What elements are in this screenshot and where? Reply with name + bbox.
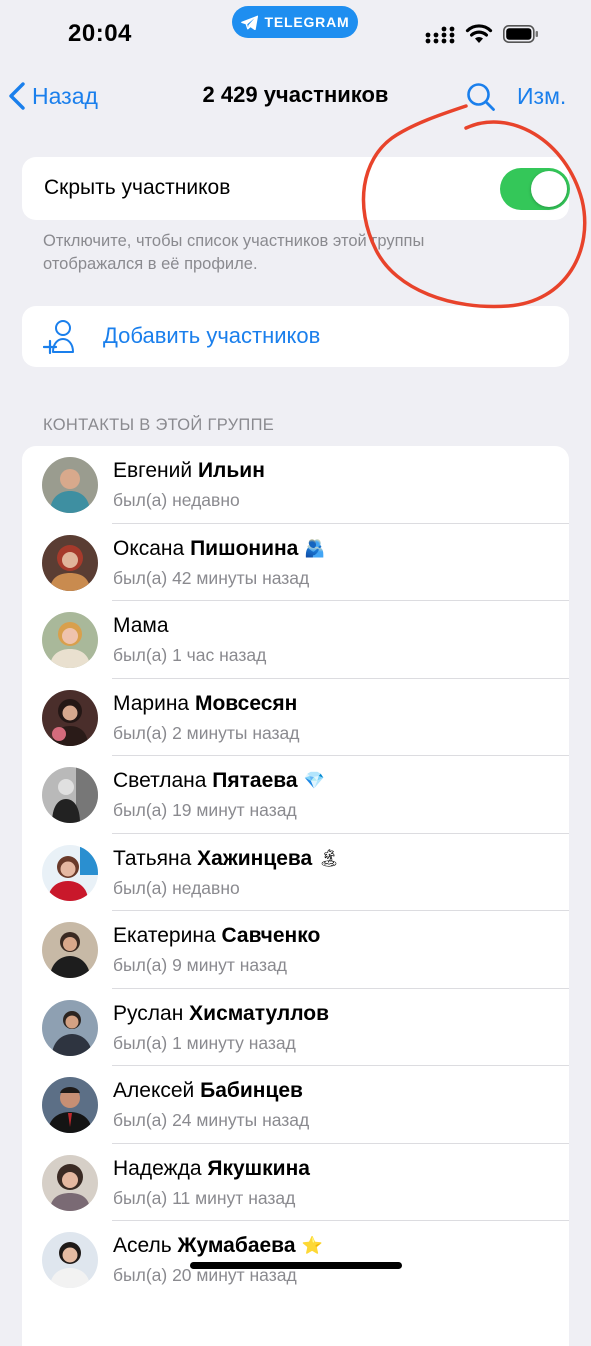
member-status: был(а) 1 час назад [113, 645, 267, 665]
member-row[interactable]: Алексей Бабинцев был(а) 24 минуты назад [22, 1066, 569, 1144]
member-row[interactable]: Светлана Пятаева 💎 был(а) 19 минут назад [22, 756, 569, 834]
avatar [42, 534, 98, 591]
contacts-section-header: КОНТАКТЫ В ЭТОЙ ГРУППЕ [43, 416, 275, 434]
avatar [42, 612, 98, 668]
member-status: был(а) недавно [113, 877, 240, 898]
avatar [42, 1077, 98, 1133]
telegram-pill[interactable]: TELEGRAM [232, 6, 358, 38]
avatar [42, 922, 98, 978]
member-name: Алексей Бабинцев [113, 1079, 303, 1102]
member-row[interactable]: Оксана Пишонина 🫂 был(а) 42 минуты назад [22, 524, 569, 601]
member-emoji-status: 🏝 [318, 848, 340, 868]
cellular-signal-icon [425, 26, 455, 44]
avatar [42, 844, 98, 901]
search-icon [467, 83, 495, 111]
status-time: 20:04 [68, 20, 132, 47]
member-status: был(а) 1 минуту назад [113, 1032, 296, 1053]
battery-icon [503, 25, 538, 43]
member-row[interactable]: Марина Мовсесян был(а) 2 минуты назад [22, 679, 569, 756]
member-status: был(а) 42 минуты назад [113, 567, 310, 588]
hide-members-label: Скрыть участников [44, 176, 231, 199]
member-row[interactable]: Надежда Якушкина был(а) 11 минут назад [22, 1144, 569, 1221]
wifi-icon [465, 24, 493, 43]
hide-members-row: Скрыть участников [22, 157, 570, 220]
add-members-label: Добавить участников [103, 323, 321, 348]
member-name: Надежда Якушкина [113, 1156, 310, 1180]
search-button[interactable] [466, 82, 496, 117]
member-row[interactable]: Евгений Ильин был(а) недавно [22, 446, 569, 524]
telegram-pill-label: TELEGRAM [264, 14, 350, 30]
members-list: Евгений Ильин был(а) недавно Оксана Пишо… [22, 446, 569, 1346]
home-indicator [190, 1262, 402, 1269]
member-emoji-status: 🫂 [304, 538, 326, 558]
member-name: Екатерина Савченко [113, 924, 321, 947]
toggle-knob [531, 171, 567, 207]
status-bar: 20:04 TELEGRAM [0, 0, 591, 70]
member-name: Руслан Хисматуллов [113, 1001, 330, 1025]
member-emoji-status: ⭐ [301, 1236, 323, 1255]
member-name: Марина Мовсесян [113, 691, 298, 715]
avatar [42, 457, 98, 513]
member-name: Светлана Пятаева 💎 [113, 769, 325, 792]
member-row[interactable]: Асель Жумабаева ⭐ был(а) 20 минут назад [22, 1221, 569, 1299]
hide-members-toggle[interactable] [500, 168, 570, 210]
add-user-icon [43, 320, 74, 355]
member-name: Мама [113, 614, 169, 637]
member-row[interactable]: Татьяна Хажинцева 🏝 был(а) недавно [22, 834, 569, 911]
avatar [42, 1154, 98, 1211]
avatar [42, 767, 98, 823]
member-name: Евгений Ильин [113, 459, 265, 482]
telegram-plane-icon [240, 15, 258, 30]
member-status: был(а) 19 минут назад [113, 800, 297, 820]
member-status: был(а) недавно [113, 490, 240, 510]
member-name: Татьяна Хажинцева 🏝 [113, 846, 340, 870]
member-emoji-status: 💎 [303, 771, 325, 790]
member-status: был(а) 11 минут назад [113, 1187, 296, 1208]
member-name: Асель Жумабаева ⭐ [113, 1234, 323, 1257]
avatar [42, 689, 98, 746]
add-members-button[interactable]: Добавить участников [22, 306, 569, 367]
member-status: был(а) 24 минуты назад [113, 1110, 310, 1130]
member-status: был(а) 9 минут назад [113, 955, 287, 975]
member-status: был(а) 2 минуты назад [113, 722, 300, 743]
avatar [42, 999, 98, 1056]
hide-members-footnote: Отключите, чтобы список участников этой … [43, 232, 425, 273]
member-row[interactable]: Руслан Хисматуллов был(а) 1 минуту назад [22, 989, 569, 1066]
edit-button[interactable]: Изм. [517, 83, 566, 110]
back-label: Назад [32, 82, 98, 109]
chevron-left-icon [9, 82, 25, 110]
member-row[interactable]: Екатерина Савченко был(а) 9 минут назад [22, 911, 569, 989]
member-name: Оксана Пишонина 🫂 [113, 536, 326, 560]
back-button[interactable]: Назад [8, 78, 98, 114]
member-row[interactable]: Мама был(а) 1 час назад [22, 601, 569, 679]
